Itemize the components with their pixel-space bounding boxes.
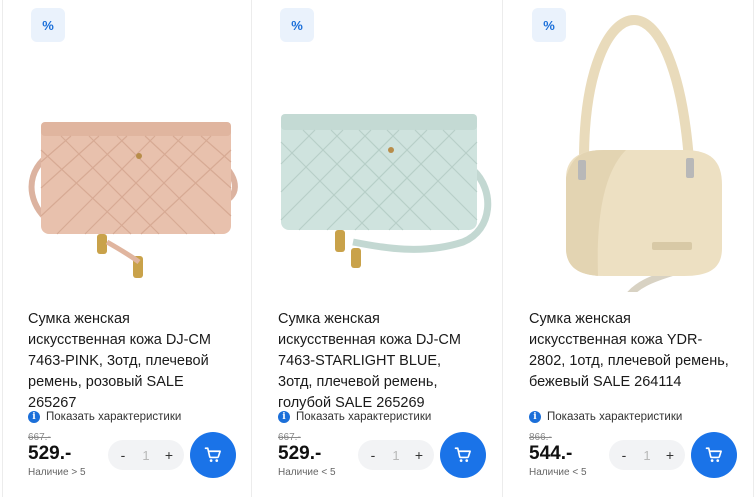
show-specs-label: Показать характеристики	[296, 411, 432, 423]
price: 529.-	[278, 443, 322, 464]
product-card: % Сумка женская искусственная кожа YDR-2…	[504, 0, 754, 497]
quantity-value[interactable]: 1	[392, 448, 399, 463]
add-to-cart-button[interactable]	[440, 432, 486, 478]
discount-badge: %	[532, 8, 566, 42]
product-grid: % Сумка женская искусственная кожа DJ-CM…	[0, 0, 754, 497]
quantity-stepper: - 1 +	[108, 440, 184, 470]
product-card: % Сумка женская искусственная кожа DJ-CM…	[2, 0, 252, 497]
product-image[interactable]	[263, 10, 493, 292]
show-specs-link[interactable]: i Показать характеристики	[28, 411, 181, 423]
old-price: 866.-	[529, 432, 552, 443]
show-specs-link[interactable]: i Показать характеристики	[278, 411, 431, 423]
info-icon: i	[278, 411, 290, 423]
discount-badge: %	[280, 8, 314, 42]
product-title[interactable]: Сумка женская искусственная кожа DJ-CM 7…	[28, 309, 228, 414]
decrement-button[interactable]: -	[117, 447, 129, 463]
cart-icon	[454, 447, 471, 462]
info-icon: i	[529, 411, 541, 423]
quantity-stepper: - 1 +	[358, 440, 434, 470]
decrement-button[interactable]: -	[367, 447, 379, 463]
stock-status: Наличие < 5	[278, 467, 336, 478]
show-specs-link[interactable]: i Показать характеристики	[529, 411, 682, 423]
old-price: 667.-	[278, 432, 301, 443]
quantity-stepper: - 1 +	[609, 440, 685, 470]
bag-beige-image	[566, 14, 722, 302]
info-icon: i	[28, 411, 40, 423]
product-title[interactable]: Сумка женская искусственная кожа YDR-280…	[529, 309, 729, 393]
bag-pink-image	[28, 122, 238, 278]
increment-button[interactable]: +	[163, 447, 175, 463]
stock-status: Наличие > 5	[28, 467, 86, 478]
cart-icon	[204, 447, 221, 462]
add-to-cart-button[interactable]	[190, 432, 236, 478]
stock-status: Наличие < 5	[529, 467, 587, 478]
product-image[interactable]	[13, 10, 243, 292]
cart-icon	[705, 447, 722, 462]
product-image[interactable]	[514, 10, 744, 302]
show-specs-label: Показать характеристики	[547, 411, 683, 423]
increment-button[interactable]: +	[664, 447, 676, 463]
discount-badge: %	[31, 8, 65, 42]
quantity-value[interactable]: 1	[142, 448, 149, 463]
bag-blue-image	[280, 114, 492, 268]
decrement-button[interactable]: -	[618, 447, 630, 463]
product-title[interactable]: Сумка женская искусственная кожа DJ-CM 7…	[278, 309, 478, 414]
show-specs-label: Показать характеристики	[46, 411, 182, 423]
price: 544.-	[529, 443, 573, 464]
quantity-value[interactable]: 1	[643, 448, 650, 463]
price: 529.-	[28, 443, 72, 464]
old-price: 667.-	[28, 432, 51, 443]
product-card: % Сумка женская искусственная кожа DJ-CM…	[253, 0, 503, 497]
add-to-cart-button[interactable]	[691, 432, 737, 478]
increment-button[interactable]: +	[413, 447, 425, 463]
